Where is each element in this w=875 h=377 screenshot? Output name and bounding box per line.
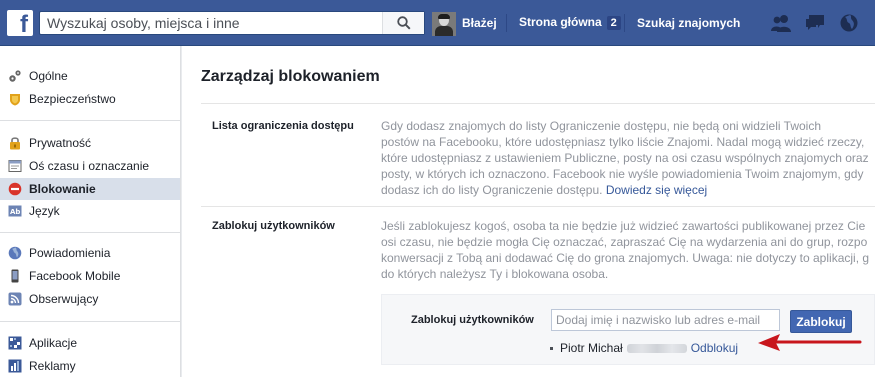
language-icon: Ab xyxy=(8,204,22,218)
description-line: konwersacji z Tobą ani dodawać Cię do gr… xyxy=(381,251,870,265)
settings-sidebar: Ogólne Bezpieczeństwo Prywatność Oś czas… xyxy=(0,46,181,377)
search-input[interactable] xyxy=(40,12,388,34)
sidebar-item-label: Oś czasu i oznaczanie xyxy=(29,159,150,173)
block-users-form: Zablokuj użytkowników Zablokuj Piotr Mic… xyxy=(381,294,875,365)
section-divider xyxy=(201,206,875,207)
svg-text:Ab: Ab xyxy=(10,208,20,216)
title-divider xyxy=(201,103,875,104)
block-form-label: Zablokuj użytkowników xyxy=(411,314,534,326)
sidebar-divider xyxy=(0,120,180,121)
blocked-user-name: Piotr Michał xyxy=(560,341,623,355)
globe-icon xyxy=(8,246,22,260)
block-users-description: Jeśli zablokujesz kogoś, osoba ta nie bę… xyxy=(381,218,875,282)
sidebar-item-apps[interactable]: Aplikacje xyxy=(0,332,180,354)
sidebar-item-timeline[interactable]: Oś czasu i oznaczanie xyxy=(0,155,180,177)
sidebar-item-ads[interactable]: Reklamy xyxy=(0,355,180,377)
apps-icon xyxy=(8,336,22,350)
lock-icon xyxy=(8,136,22,150)
description-line: posty, w których ich oznaczono. Facebook… xyxy=(381,167,864,181)
description-line: Gdy dodasz znajomych do listy Ograniczen… xyxy=(381,119,822,133)
sidebar-item-blocking[interactable]: Blokowanie xyxy=(0,178,180,200)
search-box xyxy=(39,11,425,35)
sidebar-item-label: Blokowanie xyxy=(29,182,96,196)
messages-icon[interactable] xyxy=(804,13,826,33)
block-user-input[interactable] xyxy=(551,309,780,331)
description-line: które udostępniasz z ustawieniem Publicz… xyxy=(381,151,869,165)
description-line: dodasz ich do listy Ograniczenie dostępu… xyxy=(381,182,875,198)
block-button[interactable]: Zablokuj xyxy=(790,310,852,333)
ads-icon xyxy=(8,359,22,373)
nav-divider xyxy=(624,14,625,32)
rss-icon xyxy=(8,292,22,306)
blocked-user-item: Piotr Michał Odblokuj xyxy=(550,341,738,355)
sidebar-item-label: Ogólne xyxy=(29,69,68,83)
search-button[interactable] xyxy=(382,12,424,34)
unblock-link[interactable]: Odblokuj xyxy=(691,341,738,355)
sidebar-item-label: Aplikacje xyxy=(29,336,78,350)
sidebar-divider xyxy=(0,232,180,233)
badge-icon xyxy=(8,92,22,106)
description-text: dodasz ich do listy Ograniczenie dostępu… xyxy=(381,183,603,197)
mobile-icon xyxy=(8,269,22,283)
learn-more-link[interactable]: Dowiedz się więcej xyxy=(606,183,707,197)
main-content: Zarządzaj blokowaniem Lista ograniczenia… xyxy=(182,46,875,377)
description-line: Jeśli zablokujesz kogoś, osoba ta nie bę… xyxy=(381,219,866,233)
restricted-list-description: Gdy dodasz znajomych do listy Ograniczen… xyxy=(381,118,875,198)
sidebar-item-label: Obserwujący xyxy=(29,292,99,306)
annotation-arrow-icon xyxy=(758,334,862,351)
nav-divider xyxy=(506,14,507,32)
sidebar-item-label: Facebook Mobile xyxy=(29,269,121,283)
block-icon xyxy=(8,182,22,196)
sidebar-item-general[interactable]: Ogólne xyxy=(0,65,180,87)
blurred-surname xyxy=(626,343,687,353)
home-badge: 2 xyxy=(606,16,621,30)
description-line: osi czasu, nie będzie mogła Cię oznaczać… xyxy=(381,235,868,249)
home-label: Strona główna xyxy=(519,15,602,29)
sidebar-item-notifications[interactable]: Powiadomienia xyxy=(0,242,180,264)
description-line: do których należysz Ty i blokowana osoba… xyxy=(381,267,609,281)
sidebar-item-label: Reklamy xyxy=(29,359,76,373)
facebook-logo[interactable]: f xyxy=(7,10,33,36)
sidebar-item-label: Język xyxy=(29,204,60,218)
page-title: Zarządzaj blokowaniem xyxy=(201,68,380,85)
sidebar-item-followers[interactable]: Obserwujący xyxy=(0,288,180,310)
find-friends-link[interactable]: Szukaj znajomych xyxy=(637,16,740,31)
sidebar-item-security[interactable]: Bezpieczeństwo xyxy=(0,88,180,110)
home-link[interactable]: Strona główna 2 xyxy=(519,15,621,30)
description-line: postów na Facebooku, które udostępniasz … xyxy=(381,135,865,149)
timeline-icon xyxy=(8,159,22,173)
block-users-label: Zablokuj użytkowników xyxy=(212,220,335,232)
sidebar-item-label: Prywatność xyxy=(29,136,92,150)
sidebar-item-facebook-mobile[interactable]: Facebook Mobile xyxy=(0,265,180,287)
top-navigation-bar: f Błażej Strona główna 2 Szukaj znajomych xyxy=(0,0,875,46)
avatar[interactable] xyxy=(432,12,456,36)
friend-requests-icon[interactable] xyxy=(770,13,792,33)
profile-link[interactable]: Błażej xyxy=(462,16,497,31)
search-icon xyxy=(396,16,411,30)
list-bullet xyxy=(550,347,553,350)
sidebar-item-language[interactable]: Ab Język xyxy=(0,200,180,222)
sidebar-divider xyxy=(0,321,180,322)
sidebar-item-label: Bezpieczeństwo xyxy=(29,92,116,106)
sidebar-item-privacy[interactable]: Prywatność xyxy=(0,132,180,154)
sidebar-item-label: Powiadomienia xyxy=(29,246,111,260)
notifications-globe-icon[interactable] xyxy=(838,13,860,33)
gears-icon xyxy=(8,69,22,83)
restricted-list-label: Lista ograniczenia dostępu xyxy=(212,120,354,132)
